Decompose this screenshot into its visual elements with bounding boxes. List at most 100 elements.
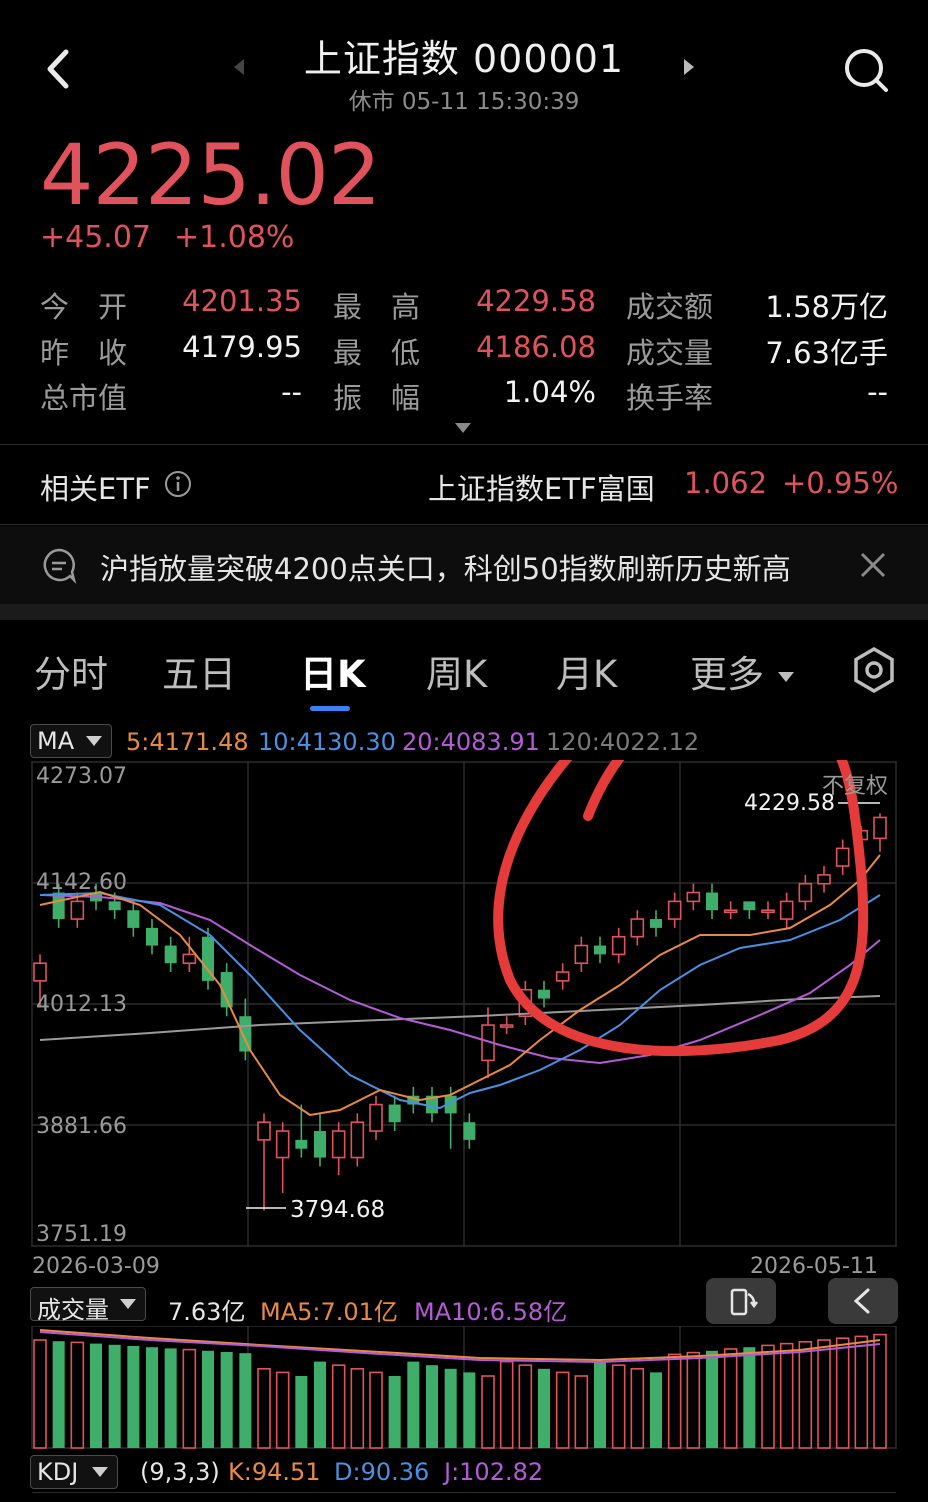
kdj-params: (9,3,3) [140,1458,220,1486]
kdj-k: K:94.51 [228,1458,321,1486]
candles-group [33,813,887,1211]
stat-value-turnover-rate: -- [867,375,888,409]
chart-settings-button[interactable] [850,646,898,694]
market-status: 休市 05-11 15:30:39 [348,89,580,115]
volume-bar [52,1341,65,1448]
collapse-panel-button[interactable] [828,1278,898,1324]
tab-five-day[interactable]: 五日 [162,644,236,698]
etf-label: 相关ETF [40,472,151,506]
price-change-percent: +1.08% [174,220,295,255]
candle-body [70,900,85,920]
volume-bar [220,1352,233,1448]
volume-bar [611,1364,626,1449]
divider [0,444,928,445]
volume-bar [761,1344,775,1449]
volume-bar [499,1360,514,1449]
tab-monthly-k[interactable]: 月K [556,644,617,698]
tab-intraday[interactable]: 分时 [34,644,108,698]
volume-bar [538,1368,550,1448]
volume-bar [854,1335,869,1449]
stat-label-market-cap: 总市值 [40,381,128,415]
volume-bar [594,1361,606,1448]
volume-indicator-selector[interactable]: 成交量 [30,1287,146,1324]
divider [0,524,928,525]
ma5-line [39,854,881,1117]
candle-body [555,971,570,982]
y-tick-label: 4273.07 [36,764,127,789]
candle-body [650,919,662,928]
stat-value-amplitude: 1.04% [503,375,596,409]
etf-change-percent: +0.95% [782,466,899,500]
section-gap [0,604,928,620]
candle-body [630,918,645,938]
candle-body [723,909,738,914]
triangle-down-icon [455,423,471,433]
candle-body [761,909,775,914]
candle-body [499,1024,514,1028]
candle-body [295,1139,308,1149]
volume-ma5: MA5:7.01亿 [260,1298,398,1326]
expand-stats-button[interactable] [453,420,473,434]
volume-bar [574,1375,589,1449]
stat-label-low: 最 低 [333,336,421,370]
volume-bar [33,1339,47,1449]
rotate-screen-button[interactable] [706,1278,776,1324]
candle-body [182,953,197,965]
ma120-value: 120:4022.12 [546,728,700,756]
y-tick-label: 4012.13 [36,992,127,1017]
x-end-date: 2026-05-11 [750,1254,878,1279]
ma-selector[interactable]: MA [30,724,112,758]
active-tab-indicator [310,706,350,711]
candle-body [743,901,756,911]
volume-bar [463,1372,476,1448]
close-icon [860,552,886,578]
candlestick-chart[interactable]: 4229.58 3794.68 [0,760,928,1250]
stat-value-turnover: 1.58万亿 [765,290,888,324]
etf-price: 1.062 [684,466,768,500]
kdj-j: J:102.82 [444,1458,544,1486]
info-icon[interactable] [164,470,192,502]
volume-bar [295,1376,308,1448]
stat-value-open: 4201.35 [182,284,302,318]
volume-bar [650,1372,662,1448]
candle-body [108,901,121,911]
candle-body [686,891,701,903]
search-icon [845,49,888,92]
news-banner[interactable]: 沪指放量突破4200点关口，科创50指数刷新历史新高 [0,526,928,604]
candle-body [314,1131,326,1158]
kdj-d: D:90.36 [334,1458,430,1486]
candle-body [164,945,177,964]
next-stock-button[interactable] [678,56,698,78]
stat-value-market-cap: -- [281,375,302,409]
related-etf-row[interactable]: 相关ETF 上证指数ETF富国 1.062 +0.95% [0,446,928,524]
tab-daily-k[interactable]: 日K [300,644,366,698]
news-headline[interactable]: 沪指放量突破4200点关口，科创50指数刷新历史新高 [100,546,791,588]
close-news-button[interactable] [858,550,888,584]
etf-name: 上证指数ETF富国 [428,472,655,506]
volume-bar [146,1347,158,1448]
stat-label-amplitude: 振 幅 [333,381,421,415]
stat-value-high: 4229.58 [476,284,596,318]
candle-body [779,900,794,920]
volume-bar [873,1333,887,1449]
volume-selector-label: 成交量 [37,1296,109,1324]
tab-weekly-k[interactable]: 周K [426,644,487,698]
stat-label-volume: 成交量 [626,336,714,370]
candle-body [611,935,626,956]
adjust-mode-label[interactable]: 不复权 [822,768,888,800]
triangle-down-icon [120,1299,136,1309]
candle-body [239,1016,252,1052]
volume-bar [686,1351,701,1449]
volume-chart[interactable] [0,1326,928,1450]
volume-bar [630,1368,645,1449]
ma-selector-label: MA [37,727,75,755]
candle-body [331,1130,346,1159]
tab-more-label: 更多 [690,653,764,696]
stat-label-high: 最 高 [333,290,421,324]
search-button[interactable] [840,44,892,96]
kdj-indicator-selector[interactable]: KDJ [30,1455,118,1489]
ma5-value: 5:4171.48 [126,728,249,756]
ma10-value: 10:4130.30 [258,728,396,756]
volume-bar [369,1371,383,1449]
tab-more[interactable]: 更多 [690,644,796,698]
